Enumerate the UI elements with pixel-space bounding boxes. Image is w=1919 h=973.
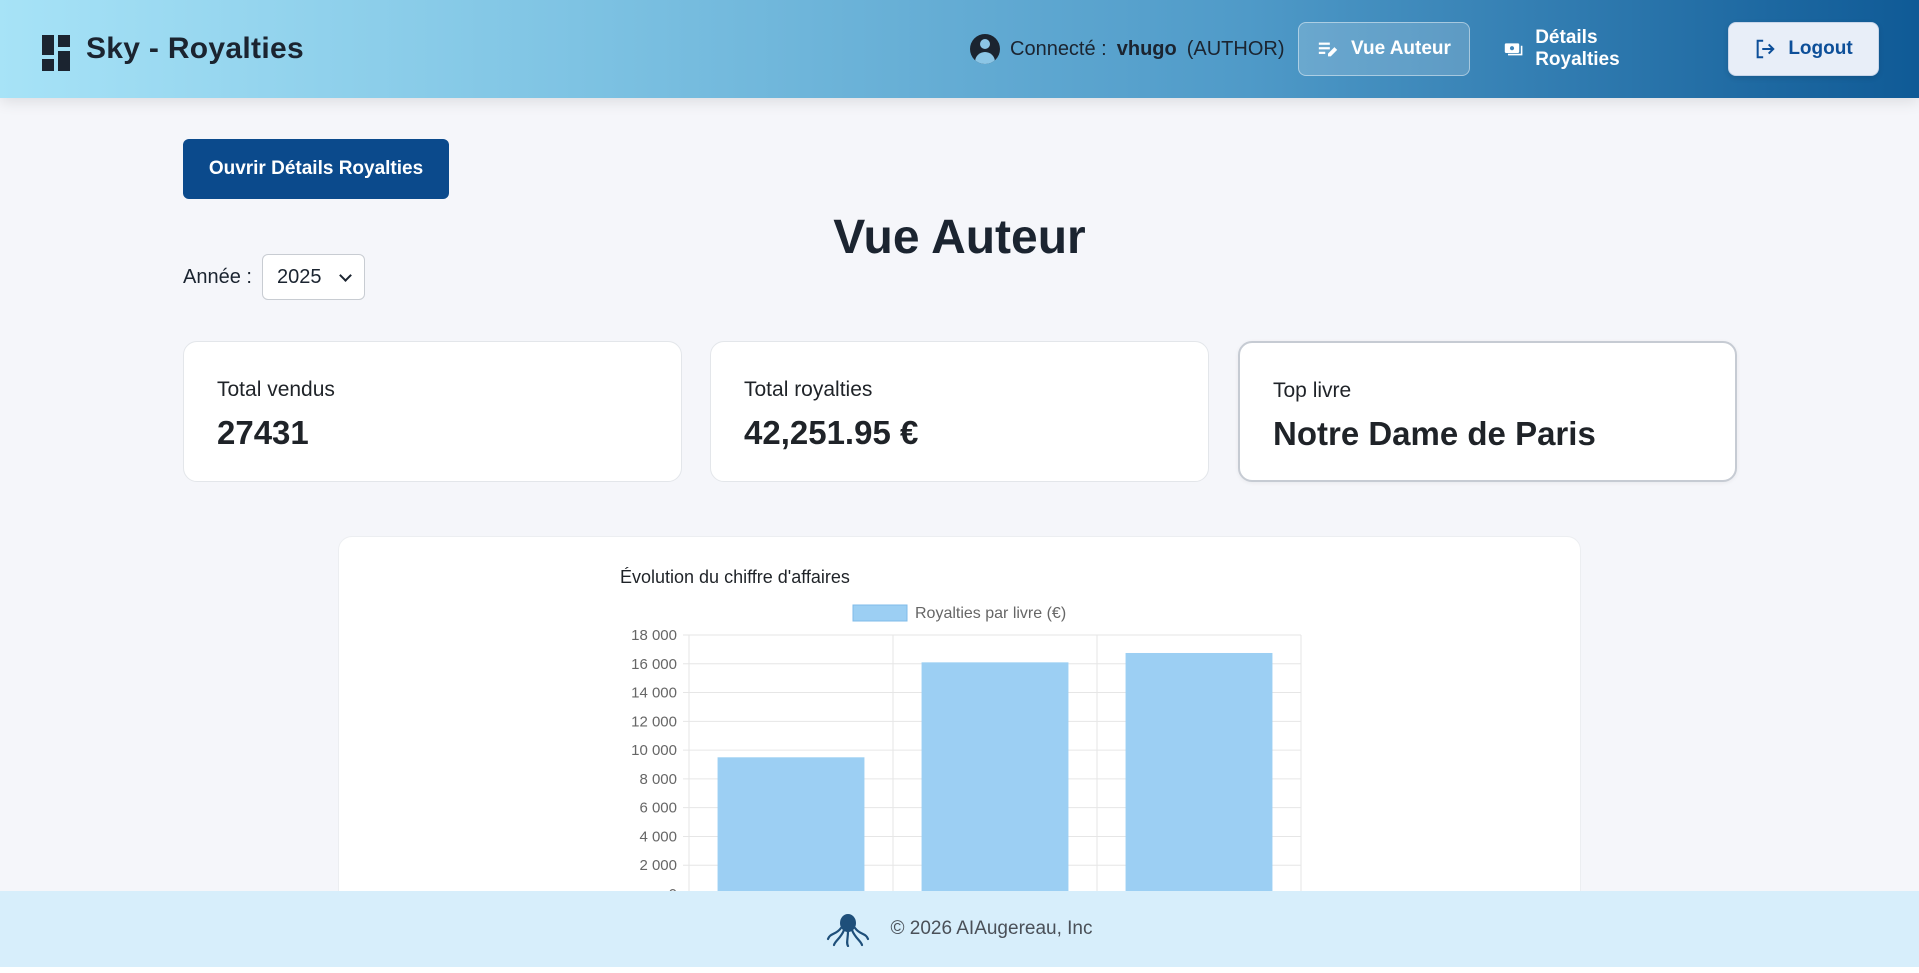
chart-panel: Évolution du chiffre d'affaires Royaltie…	[338, 536, 1581, 936]
card-label: Total royalties	[744, 378, 873, 401]
chevron-down-icon	[339, 268, 352, 282]
total-vendus-card: Total vendus 27431	[183, 341, 682, 482]
y-tick-label: 10 000	[631, 742, 677, 759]
y-tick-label: 2 000	[639, 857, 677, 874]
card-value: 27431	[217, 414, 309, 451]
nav-vue-auteur-label: Vue Auteur	[1351, 38, 1451, 59]
user-info: Connecté : vhugo (AUTHOR)	[970, 0, 1285, 98]
legend-swatch	[852, 604, 908, 622]
logout-label: Logout	[1788, 38, 1853, 59]
year-selected-value: 2025	[277, 265, 322, 288]
y-tick-label: 4 000	[639, 828, 677, 845]
card-value: Notre Dame de Paris	[1273, 415, 1596, 452]
legend-label: Royalties par livre (€)	[915, 605, 1066, 622]
open-details-royalties-button[interactable]: Ouvrir Détails Royalties	[183, 139, 449, 199]
brand[interactable]: Sky - Royalties	[42, 0, 304, 98]
bar	[921, 662, 1069, 894]
user-role: (AUTHOR)	[1186, 37, 1285, 60]
card-label: Top livre	[1273, 379, 1352, 402]
app-title: Sky - Royalties	[86, 32, 304, 65]
y-tick-label: 6 000	[639, 800, 677, 817]
copyright-text: © 2026 AIAugereau, Inc	[890, 918, 1093, 939]
connected-label: Connecté :	[1010, 37, 1107, 60]
y-tick-label: 8 000	[639, 771, 677, 788]
total-royalties-card: Total royalties 42,251.95 €	[710, 341, 1209, 482]
bar	[1125, 652, 1273, 894]
top-navigation-bar: Sky - Royalties Connecté : vhugo (AUTHOR…	[0, 0, 1919, 98]
y-tick-label: 14 000	[631, 685, 677, 702]
card-value: 42,251.95 €	[744, 414, 919, 451]
account-circle-icon	[970, 34, 1000, 64]
year-label: Année :	[183, 266, 252, 288]
octopus-logo-icon	[827, 914, 870, 947]
nav-vue-auteur-button[interactable]: Vue Auteur	[1298, 22, 1470, 76]
footer: © 2026 AIAugereau, Inc	[0, 891, 1919, 967]
y-tick-label: 18 000	[631, 627, 677, 644]
top-livre-card[interactable]: Top livre Notre Dame de Paris	[1238, 341, 1737, 482]
bar	[717, 757, 865, 894]
nav-details-royalties-button[interactable]: Détails Royalties	[1486, 22, 1686, 76]
year-select[interactable]: 2025	[262, 254, 365, 300]
logout-button[interactable]: Logout	[1728, 22, 1879, 76]
bottom-strip	[0, 967, 1919, 973]
nav-details-royalties-label: Détails Royalties	[1535, 27, 1620, 70]
card-label: Total vendus	[217, 378, 335, 401]
royalties-bar-chart: Royalties par livre (€)02 0004 0006 0008…	[631, 604, 1302, 903]
payments-icon	[1504, 43, 1523, 56]
dashboard-icon	[42, 35, 70, 71]
y-tick-label: 16 000	[631, 656, 677, 673]
edit-note-icon	[1318, 42, 1338, 57]
username: vhugo	[1116, 37, 1177, 60]
y-tick-label: 12 000	[631, 713, 677, 730]
logout-icon	[1756, 39, 1775, 59]
